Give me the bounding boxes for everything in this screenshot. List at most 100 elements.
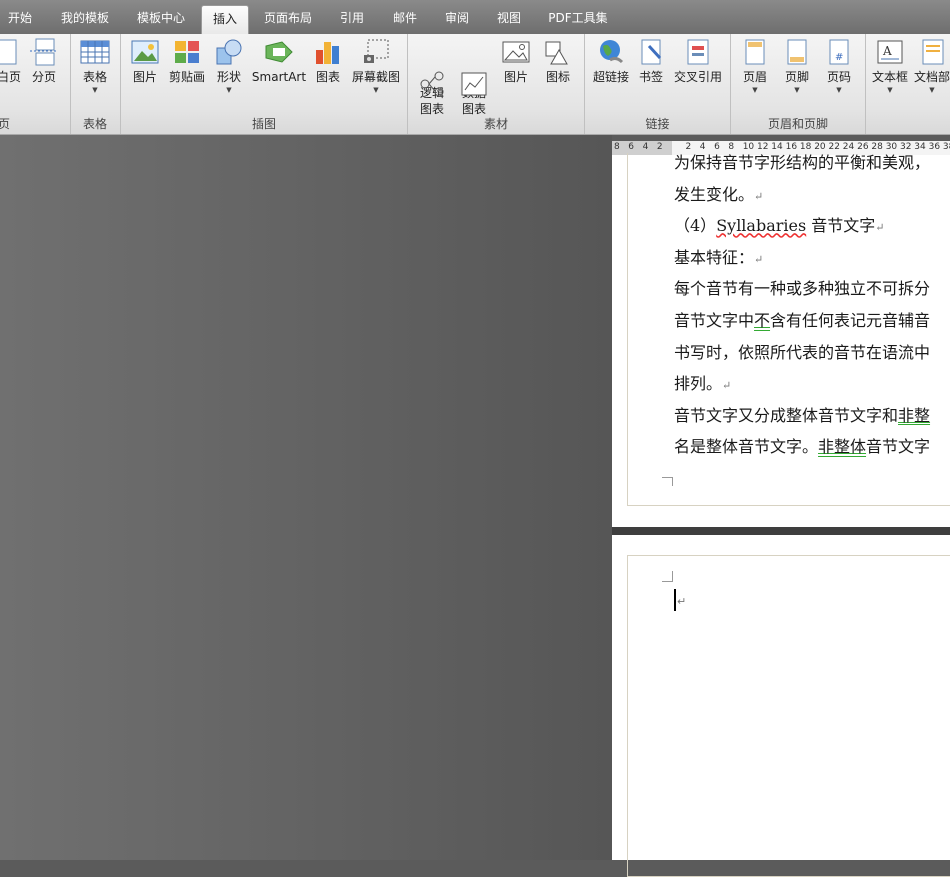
group-header-footer-label: 页眉和页脚 — [767, 117, 828, 131]
tab-6[interactable]: 邮件 — [382, 5, 428, 34]
page-number-icon: # — [824, 38, 854, 66]
text-line[interactable]: 排列。↵ — [674, 370, 731, 394]
chevron-down-icon: ▼ — [887, 86, 893, 94]
tab-4[interactable]: 页面布局 — [252, 5, 324, 34]
picture-icon — [130, 38, 160, 66]
shapes-button[interactable]: 形状 ▼ — [211, 38, 247, 95]
page-number-button[interactable]: # 页码 ▼ — [821, 38, 857, 95]
data-chart-icon — [459, 54, 489, 96]
text-run: 排列。 — [674, 374, 723, 394]
logic-chart-icon — [417, 54, 447, 97]
text-run: 每个音节有一种或多种独立不可拆分 — [674, 279, 931, 299]
paragraph-mark: ↵ — [875, 221, 885, 235]
text-run: 音节文字 — [806, 216, 876, 236]
chart-button[interactable]: 图表 — [311, 38, 345, 85]
cross-reference-button[interactable]: 交叉引用 — [671, 38, 725, 85]
text-run: 音节文字 — [866, 437, 931, 457]
screenshot-button[interactable]: 屏幕截图 ▼ — [349, 38, 403, 95]
text-box-button[interactable]: A 文本框 ▼ — [870, 38, 910, 95]
material-picture-button[interactable]: 图片 — [498, 38, 534, 85]
page-break-button[interactable]: 分页 — [26, 38, 62, 85]
header-button[interactable]: 页眉 ▼ — [737, 38, 773, 95]
chevron-down-icon: ▼ — [92, 86, 98, 94]
group-pages-label: 页 — [0, 117, 11, 131]
text-run: 书写时，依照所代表的音节在语流中 — [674, 342, 931, 362]
blank-page-icon — [0, 38, 24, 66]
quick-parts-button[interactable]: 文档部 ▼ — [912, 38, 950, 95]
text-line[interactable]: 发生变化。↵ — [674, 181, 763, 205]
text-line[interactable]: 音节文字又分成整体音节文字和非整 — [674, 402, 930, 426]
header-icon — [740, 38, 770, 66]
paragraph-mark: ↵ — [754, 252, 764, 266]
page-break-icon — [29, 38, 59, 66]
blank-page-button[interactable]: 白页 — [0, 38, 26, 85]
clipart-icon — [172, 38, 202, 66]
text-box-icon: A — [875, 38, 905, 66]
icon-library-button[interactable]: 图标 — [540, 38, 576, 85]
text-line[interactable]: 名是整体音节文字。非整体音节文字 — [674, 433, 930, 457]
cross-reference-icon — [683, 38, 713, 66]
tab-5[interactable]: 引用 — [330, 5, 374, 34]
table-button[interactable]: 表格 ▼ — [76, 38, 114, 95]
group-material: 逻辑 图表 数据 图表 图片 图标 素材 — [408, 34, 585, 134]
tab-0[interactable]: 开始 — [2, 5, 38, 34]
smartart-button[interactable]: SmartArt — [251, 38, 307, 85]
quick-parts-icon — [917, 38, 947, 66]
logic-chart-button[interactable]: 逻辑 图表 — [414, 38, 450, 117]
chevron-down-icon: ▼ — [836, 86, 842, 94]
ruler-tick: 36 — [928, 142, 941, 152]
text-line[interactable]: 音节文字中不含有任何表记元音辅音 — [674, 307, 930, 331]
group-illustrations: 图片 剪贴画 形状 ▼ SmartArt 图表 屏幕截图 ▼ 插图 — [121, 34, 408, 134]
image-icon — [501, 38, 531, 66]
bookmark-icon — [636, 38, 666, 66]
footer-icon — [782, 38, 812, 66]
bookmark-button[interactable]: 书签 — [635, 38, 667, 85]
ruler-tick: 6 — [628, 142, 635, 152]
tab-2[interactable]: 模板中心 — [126, 5, 196, 34]
text-run: 音节文字中 — [674, 311, 755, 330]
text-line[interactable]: 每个音节有一种或多种独立不可拆分 — [674, 275, 930, 299]
chevron-down-icon: ▼ — [929, 86, 935, 94]
document-canvas[interactable] — [0, 135, 612, 860]
tab-1[interactable]: 我的模板 — [52, 5, 118, 34]
text-cursor — [674, 589, 676, 611]
tab-9[interactable]: PDF工具集 — [538, 5, 618, 34]
tab-7[interactable]: 审阅 — [434, 5, 480, 34]
text-run: 非整体 — [818, 437, 867, 457]
page-separator — [612, 527, 950, 535]
text-line[interactable]: （4）Syllabaries 音节文字↵ — [674, 212, 885, 236]
paragraph-corner-mark — [662, 477, 673, 486]
tab-8[interactable]: 视图 — [486, 5, 532, 34]
footer-button[interactable]: 页脚 ▼ — [779, 38, 815, 95]
paragraph-mark: ↵ — [677, 595, 687, 608]
group-table: 表格 ▼ 表格 — [70, 34, 121, 134]
ruler-tick: 8 — [614, 142, 620, 152]
document-page-1[interactable]: 为保持音节字形结构的平衡和美观， 发生变化。↵ （4）Syllabaries 音节文… — [612, 153, 950, 527]
text-line[interactable]: 书写时，依照所代表的音节在语流中 — [674, 339, 930, 363]
text-run: 名是整体音节文字。 — [674, 437, 819, 457]
ribbon-tab-bar: 开始 我的模板 模板中心 插入 页面布局 引用 邮件 审阅 视图 PDF工具集 — [0, 0, 950, 35]
text-run: 非整 — [898, 405, 931, 425]
text-run: 不 — [754, 311, 771, 330]
hyperlink-button[interactable]: 超链接 — [589, 38, 633, 85]
clipart-button[interactable]: 剪贴画 — [167, 38, 207, 85]
text-line[interactable]: 基本特征：↵ — [674, 244, 763, 268]
document-page-2[interactable]: ↵ — [612, 535, 950, 877]
group-links: 超链接 书签 交叉引用 链接 — [585, 34, 731, 134]
chevron-down-icon: ▼ — [226, 86, 232, 94]
chevron-down-icon: ▼ — [794, 86, 800, 94]
text-line[interactable]: 为保持音节字形结构的平衡和美观， — [674, 149, 930, 173]
tab-3[interactable]: 插入 — [201, 5, 249, 35]
chevron-down-icon: ▼ — [373, 86, 379, 94]
text-run: （4） — [674, 216, 717, 236]
text-run: 含有任何表记元音辅音 — [770, 311, 931, 330]
svg-text:A: A — [882, 44, 892, 58]
text-run: 音节文字又分成整体音节文字和 — [674, 405, 899, 425]
text-run: 为保持音节字形结构的平衡和美观， — [674, 153, 931, 172]
table-icon — [80, 38, 110, 66]
paragraph-corner-mark — [662, 571, 673, 582]
data-chart-button[interactable]: 数据 图表 — [456, 38, 492, 117]
picture-button[interactable]: 图片 — [127, 38, 163, 85]
shapes-icon — [214, 38, 244, 66]
text-run: 基本特征： — [674, 247, 755, 267]
